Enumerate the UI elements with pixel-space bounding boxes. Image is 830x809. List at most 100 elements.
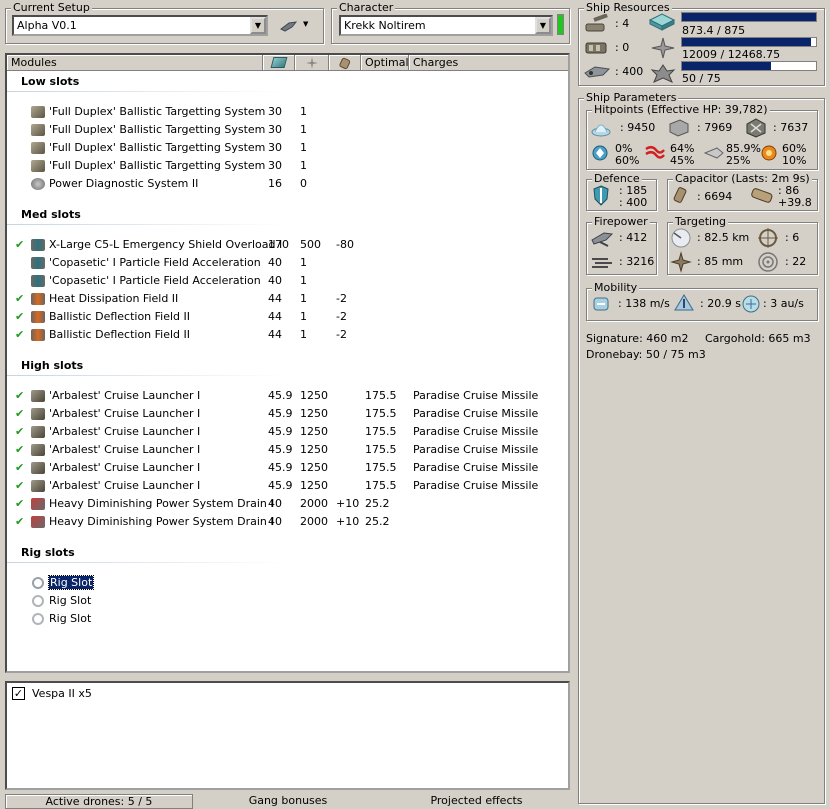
module-row[interactable]: ✔ Heavy Diminishing Power System Drain I4… xyxy=(7,513,567,531)
tab-gang-bonuses[interactable]: Gang bonuses xyxy=(193,794,383,809)
module-row[interactable]: ✔ 'Arbalest' Cruise Launcher I 45.9 1250 175… xyxy=(7,405,567,423)
module-active-check-icon[interactable]: ✔ xyxy=(15,405,24,423)
module-cpu: 40 xyxy=(268,274,282,287)
module-active-check-icon[interactable]: ✔ xyxy=(15,308,24,326)
module-active-check-icon[interactable]: ✔ xyxy=(15,290,24,308)
module-icon xyxy=(31,239,45,251)
column-header-charges[interactable]: Charges xyxy=(409,55,568,71)
module-charges: Paradise Cruise Missile xyxy=(413,389,539,402)
capacitor-recharge-bottom: +39.8 xyxy=(778,196,812,209)
module-row[interactable]: ✔ X-Large C5-L Emergency Shield Overload … xyxy=(7,236,567,254)
character-select-value: Krekk Noltirem xyxy=(344,19,426,32)
module-row[interactable]: ✔ Ballistic Deflection Field II 44 1 -2 xyxy=(7,326,567,344)
module-active-check-icon[interactable]: ✔ xyxy=(15,387,24,405)
module-active-check-icon[interactable]: ✔ xyxy=(15,459,24,477)
drone-item[interactable]: ✓ Vespa II x5 xyxy=(12,686,212,702)
drones-list[interactable]: ✓ Vespa II x5 xyxy=(5,681,570,790)
module-powergrid: 1250 xyxy=(300,461,328,474)
module-optimal: 175.5 xyxy=(365,407,397,420)
module-row[interactable]: 'Copasetic' I Particle Field Acceleratio… xyxy=(7,272,567,290)
calibration-value: : 400 xyxy=(615,65,644,78)
kinetic-resist-bottom: 25% xyxy=(726,154,751,167)
module-active-check-icon[interactable]: ✔ xyxy=(15,513,24,531)
module-active-check-icon[interactable]: ✔ xyxy=(15,477,24,495)
module-name: 'Arbalest' Cruise Launcher I xyxy=(49,461,201,474)
module-capacitor: +10 xyxy=(336,515,360,528)
drone-checkbox[interactable]: ✓ xyxy=(12,687,25,700)
module-row[interactable]: 'Copasetic' I Particle Field Acceleratio… xyxy=(7,254,567,272)
column-header-capacitor[interactable] xyxy=(329,55,361,71)
module-cpu: 45.9 xyxy=(268,407,293,420)
column-header-modules[interactable]: Modules xyxy=(7,55,263,71)
turret-count: : 4 xyxy=(615,17,630,30)
tab-projected-effects[interactable]: Projected effects xyxy=(383,794,570,809)
module-name: 'Full Duplex' Ballistic Targetting Syste… xyxy=(49,141,266,154)
column-header-cpu[interactable] xyxy=(263,55,295,71)
rig-slot-row[interactable]: Rig Slot xyxy=(7,574,567,592)
module-row[interactable]: 'Full Duplex' Ballistic Targetting Syste… xyxy=(7,157,567,175)
module-cpu: 16 xyxy=(268,177,282,190)
warp-speed-icon xyxy=(742,295,760,313)
module-row[interactable]: 'Full Duplex' Ballistic Targetting Syste… xyxy=(7,139,567,157)
explosive-resist-bottom: 10% xyxy=(782,154,807,167)
module-powergrid: 1250 xyxy=(300,389,328,402)
module-cpu: 40 xyxy=(268,497,282,510)
module-active-check-icon[interactable]: ✔ xyxy=(15,495,24,513)
scan-resolution-icon xyxy=(670,251,692,273)
chevron-down-icon[interactable]: ▼ xyxy=(535,17,551,34)
firepower-volley: : 3216 xyxy=(619,255,655,268)
setup-select-value: Alpha V0.1 xyxy=(17,19,77,32)
module-cpu: 30 xyxy=(268,141,282,154)
module-row[interactable]: ✔ 'Arbalest' Cruise Launcher I 45.9 1250 175… xyxy=(7,423,567,441)
sensor-strength-icon xyxy=(758,252,778,272)
chevron-down-icon[interactable]: ▼ xyxy=(250,17,266,34)
capacitor-capacity: : 6694 xyxy=(697,190,733,203)
module-active-check-icon[interactable]: ✔ xyxy=(15,326,24,344)
module-capacitor: -2 xyxy=(336,328,347,341)
module-row[interactable]: ✔ 'Arbalest' Cruise Launcher I 45.9 1250 175… xyxy=(7,441,567,459)
module-charges: Paradise Cruise Missile xyxy=(413,479,539,492)
rig-slot-label: Rig Slot xyxy=(49,612,92,625)
firepower-dps: : 412 xyxy=(619,231,648,244)
rig-slot-row[interactable]: Rig Slot xyxy=(7,610,567,628)
module-icon xyxy=(31,311,45,323)
setup-actions-button[interactable]: ▼ xyxy=(279,17,313,35)
targeting-range-icon xyxy=(671,228,691,248)
module-active-check-icon[interactable]: ✔ xyxy=(15,423,24,441)
max-targets: : 6 xyxy=(785,231,800,244)
modules-list[interactable]: Modules Optimal Charges Low slots 'Full … xyxy=(5,53,570,673)
module-cpu: 45.9 xyxy=(268,443,293,456)
module-cpu: 44 xyxy=(268,292,282,305)
module-capacitor: -80 xyxy=(336,238,354,251)
column-header-optimal[interactable]: Optimal xyxy=(361,55,409,71)
module-cpu: 40 xyxy=(268,256,282,269)
defence-bottom-value: : 400 xyxy=(619,196,648,209)
character-select[interactable]: Krekk Noltirem ▼ xyxy=(339,15,553,36)
module-active-check-icon[interactable]: ✔ xyxy=(15,441,24,459)
module-powergrid: 1250 xyxy=(300,407,328,420)
dronebay-capacity: Dronebay: 50 / 75 m3 xyxy=(586,348,706,361)
module-name: 'Arbalest' Cruise Launcher I xyxy=(49,389,201,402)
module-name: Heavy Diminishing Power System Drain I xyxy=(49,515,274,528)
section-divider xyxy=(7,562,287,563)
setup-select[interactable]: Alpha V0.1 ▼ xyxy=(12,15,268,36)
module-powergrid: 1 xyxy=(300,310,307,323)
module-optimal: 175.5 xyxy=(365,425,397,438)
tab-active-drones[interactable]: Active drones: 5 / 5 xyxy=(5,794,193,809)
module-row[interactable]: Power Diagnostic System II 16 0 xyxy=(7,175,567,193)
capacitor-recharge-icon xyxy=(751,188,773,203)
module-name: Power Diagnostic System II xyxy=(49,177,199,190)
module-powergrid: 1 xyxy=(300,141,307,154)
module-row[interactable]: 'Full Duplex' Ballistic Targetting Syste… xyxy=(7,103,567,121)
module-row[interactable]: ✔ 'Arbalest' Cruise Launcher I 45.9 1250 175… xyxy=(7,477,567,495)
module-active-check-icon[interactable]: ✔ xyxy=(15,236,24,254)
rig-slot-row[interactable]: Rig Slot xyxy=(7,592,567,610)
module-powergrid: 1 xyxy=(300,159,307,172)
module-row[interactable]: ✔ 'Arbalest' Cruise Launcher I 45.9 1250 175… xyxy=(7,459,567,477)
column-header-powergrid[interactable] xyxy=(295,55,329,71)
module-row[interactable]: ✔ Heavy Diminishing Power System Drain I4… xyxy=(7,495,567,513)
module-row[interactable]: ✔ Ballistic Deflection Field II 44 1 -2 xyxy=(7,308,567,326)
module-row[interactable]: ✔ Heat Dissipation Field II 44 1 -2 xyxy=(7,290,567,308)
module-row[interactable]: ✔ 'Arbalest' Cruise Launcher I 45.9 1250 175… xyxy=(7,387,567,405)
module-row[interactable]: 'Full Duplex' Ballistic Targetting Syste… xyxy=(7,121,567,139)
